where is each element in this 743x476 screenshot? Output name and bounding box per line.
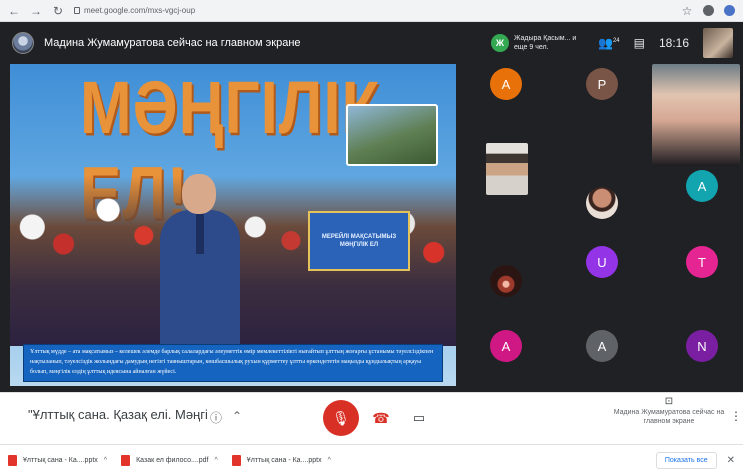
- more-options-icon[interactable]: ⋮: [730, 409, 742, 423]
- hangup-button[interactable]: ☎: [368, 405, 394, 431]
- slide-sign: МЕРЕЙЛІ МАҚСАТЫМЫЗ МӘҢГІЛІК ЕЛ: [308, 211, 410, 271]
- hangup-icon: ☎: [372, 409, 390, 426]
- participant-tile[interactable]: P: [586, 68, 618, 100]
- leader-tie: [196, 214, 204, 254]
- camera-icon: ▭: [412, 410, 426, 425]
- participant-tile[interactable]: A: [490, 330, 522, 362]
- camera-toggle-button[interactable]: ▭: [406, 405, 432, 431]
- participant-initial: U: [597, 254, 607, 270]
- download-item[interactable]: Ұлттық сана - Ка....pptx ^: [231, 455, 331, 466]
- self-video-thumbnail[interactable]: [703, 28, 733, 58]
- participant-video-tile[interactable]: [652, 64, 740, 166]
- shared-screen: МӘҢГІЛІК ЕЛ! МЕРЕЙЛІ МАҚСАТЫМЫЗ МӘҢГІЛІК…: [10, 64, 456, 386]
- participant-tile[interactable]: A: [686, 170, 718, 202]
- participant-initial: A: [597, 338, 607, 354]
- meeting-title[interactable]: "Ұлттық сана. Қазақ елі. Мәңгілік ел" т.…: [28, 407, 208, 422]
- profile-avatar[interactable]: [724, 5, 735, 16]
- people-icon[interactable]: 👥24: [598, 36, 620, 50]
- participant-tile[interactable]: U: [586, 246, 618, 278]
- stage-top-right: Ж Жадыра Қасым... и еще 9 чел. 👥24 ▤ 18:…: [490, 28, 733, 58]
- participant-initial: T: [698, 254, 706, 270]
- downloads-actions: Показать все ✕: [655, 452, 735, 469]
- clock: 18:16: [658, 36, 689, 50]
- extensions-area: ☆: [681, 5, 735, 17]
- participants-preview-text: Жадыра Қасым... и еще 9 чел.: [513, 35, 577, 51]
- participant-initial: P: [597, 76, 607, 92]
- participant-letter-avatar: Ж: [490, 34, 509, 52]
- chat-icon[interactable]: ▤: [634, 36, 645, 50]
- download-filename: Ұлттық сана - Ка....pptx: [246, 457, 322, 464]
- reload-icon[interactable]: ↻: [52, 5, 64, 17]
- downloads-bar: Ұлттық сана - Ка....pptx ^ Казак ел фило…: [0, 444, 743, 476]
- download-item[interactable]: Ұлттық сана - Ка....pptx ^: [8, 455, 107, 466]
- participant-video-tile[interactable]: [586, 187, 618, 219]
- mic-off-icon: 🎙: [332, 409, 350, 426]
- info-icon[interactable]: ⓘ: [210, 409, 222, 426]
- leader-head: [182, 174, 216, 214]
- address-bar[interactable]: meet.google.com/mxs-vgcj-oup: [74, 6, 195, 15]
- extension-icon[interactable]: [703, 5, 714, 16]
- chevron-up-icon[interactable]: ^: [328, 457, 331, 464]
- url-text: meet.google.com/mxs-vgcj-oup: [84, 6, 196, 15]
- participant-initial: N: [697, 338, 707, 354]
- chevron-up-icon[interactable]: ⌃: [232, 409, 242, 423]
- browser-toolbar: ← → ↻ meet.google.com/mxs-vgcj-oup ☆: [0, 0, 743, 22]
- slide-leader-figure: [160, 174, 240, 346]
- show-all-button[interactable]: Показать все: [655, 452, 717, 469]
- chevron-up-icon[interactable]: ^: [215, 457, 218, 464]
- participant-tile[interactable]: A: [586, 330, 618, 362]
- bookmark-star-icon[interactable]: ☆: [681, 5, 693, 17]
- slide-inset-photo: [346, 104, 438, 166]
- lock-icon: [74, 7, 80, 14]
- participants-preview[interactable]: Ж Жадыра Қасым... и еще 9 чел.: [490, 34, 584, 52]
- present-now-button[interactable]: ⊡ Мадина Жумамуратова сейчас на главном …: [606, 397, 732, 426]
- participant-video-tile[interactable]: [490, 265, 522, 297]
- file-icon: [8, 455, 17, 466]
- participant-tile[interactable]: T: [686, 246, 718, 278]
- participant-tile[interactable]: N: [686, 330, 718, 362]
- pdf-file-icon: [121, 455, 131, 466]
- present-label: Мадина Жумамуратова сейчас на главном эк…: [613, 409, 725, 425]
- people-count: 24: [612, 38, 620, 44]
- download-filename: Казак ел филосо....pdf: [136, 457, 209, 464]
- participant-video-tile[interactable]: [486, 143, 528, 195]
- slide-caption: Ұлттық мүдде – ата мақсатымыз – келешек …: [23, 344, 443, 382]
- participant-initial: A: [501, 76, 511, 92]
- presenter-avatar: [12, 32, 34, 54]
- file-icon: [231, 455, 241, 466]
- slide-sign-text: МЕРЕЙЛІ МАҚСАТЫМЫЗ МӘҢГІЛІК ЕЛ: [321, 234, 397, 248]
- forward-icon[interactable]: →: [30, 5, 42, 17]
- participant-initial: A: [501, 338, 511, 354]
- participant-tile[interactable]: A: [490, 68, 522, 100]
- chevron-up-icon[interactable]: ^: [104, 457, 107, 464]
- presenting-title: Мадина Жумамуратова сейчас на главном эк…: [44, 37, 301, 49]
- mic-toggle-button[interactable]: 🎙: [323, 400, 359, 436]
- meet-stage: Мадина Жумамуратова сейчас на главном эк…: [0, 22, 743, 392]
- call-controls: "Ұлттық сана. Қазақ елі. Мәңгілік ел" т.…: [0, 392, 743, 444]
- participant-initial: A: [697, 178, 707, 194]
- download-filename: Ұлттық сана - Ка....pptx: [23, 457, 98, 464]
- download-item[interactable]: Казак ел филосо....pdf ^: [121, 455, 218, 466]
- back-icon[interactable]: ←: [8, 5, 20, 17]
- close-icon[interactable]: ✕: [727, 455, 735, 466]
- present-icon: ⊡: [664, 396, 674, 407]
